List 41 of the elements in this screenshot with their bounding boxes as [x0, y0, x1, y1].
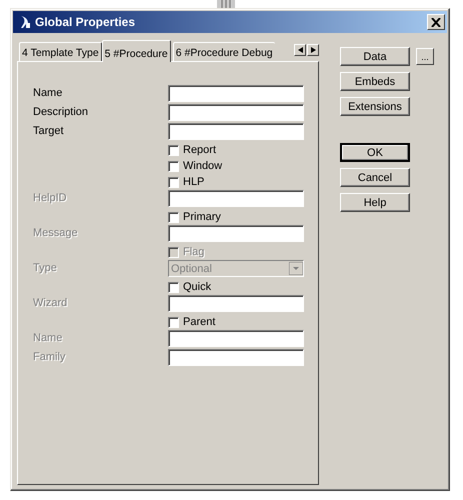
field-label: Name: [33, 331, 64, 346]
checkbox[interactable]: [168, 176, 179, 188]
text-field[interactable]: [168, 104, 304, 121]
checkbox-label[interactable]: HLP: [183, 176, 204, 188]
field-label: Target: [33, 124, 65, 139]
side-button[interactable]: Extensions: [340, 97, 410, 116]
field-label: Description: [33, 105, 90, 120]
dialog-button[interactable]: OK: [340, 143, 410, 162]
field-label: Type: [33, 261, 58, 276]
checkbox[interactable]: [168, 160, 179, 172]
tab[interactable]: 5 #Procedure: [102, 40, 171, 62]
side-button[interactable]: Data: [340, 47, 410, 66]
field-label: Message: [33, 226, 79, 241]
close-button[interactable]: [427, 14, 445, 30]
checkbox-label[interactable]: Quick: [183, 281, 212, 293]
side-button[interactable]: Embeds: [340, 72, 410, 91]
tab[interactable]: 6 #Procedure Debug: [172, 42, 275, 61]
tab[interactable]: 4 Template Type: [19, 42, 102, 61]
close-icon[interactable]: [431, 18, 441, 26]
caret-left-icon[interactable]: [298, 47, 302, 53]
checkbox-label[interactable]: Parent: [183, 316, 216, 328]
checkbox-label[interactable]: Report: [183, 144, 216, 156]
checkbox[interactable]: [168, 316, 179, 328]
tab-scroll-right-button[interactable]: [307, 44, 319, 56]
window-title: Global Properties: [35, 15, 136, 29]
tab-scroll-left-button[interactable]: [294, 44, 306, 56]
browse-button[interactable]: ...: [416, 48, 434, 65]
caret-right-icon[interactable]: [310, 47, 316, 53]
field-label: Family: [33, 350, 66, 365]
field-label: HelpID: [33, 191, 68, 206]
text-field[interactable]: [168, 123, 304, 140]
checkbox[interactable]: [168, 144, 179, 156]
checkbox[interactable]: [168, 212, 179, 222]
dialog-button[interactable]: Cancel: [340, 168, 410, 187]
field-label: Wizard: [33, 296, 68, 311]
dialog-button[interactable]: Help: [340, 193, 410, 212]
field-label: Name: [33, 86, 64, 101]
checkbox-label[interactable]: Primary: [183, 211, 221, 223]
text-field[interactable]: [168, 85, 304, 102]
checkbox[interactable]: [168, 282, 179, 292]
checkbox-label[interactable]: Window: [183, 160, 222, 172]
